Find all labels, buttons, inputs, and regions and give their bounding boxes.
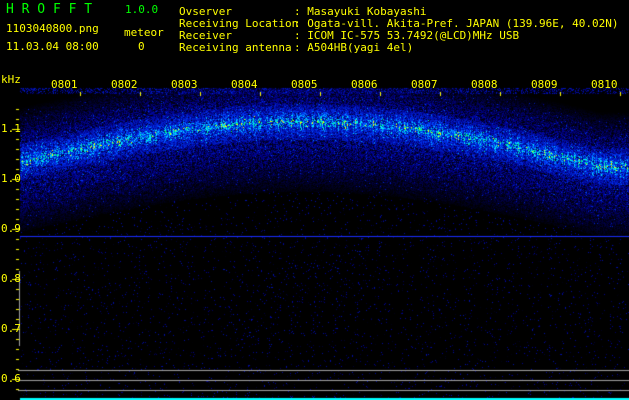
x-tick-label: 0801	[51, 78, 78, 91]
version-label: 1.0.0	[125, 3, 159, 16]
y-tick-label: 0.9	[1, 222, 21, 235]
x-tick-label: 0806	[351, 78, 378, 91]
x-tick-label: 0807	[411, 78, 438, 91]
app-title: H R O F F T	[6, 2, 93, 17]
y-unit-label: kHz	[1, 73, 21, 86]
y-tick-label: 1.0	[1, 172, 21, 185]
spectrogram-canvas	[0, 0, 629, 400]
x-tick-label: 0808	[471, 78, 498, 91]
meteor-label: meteor	[124, 26, 164, 39]
x-tick-label: 0805	[291, 78, 318, 91]
info-label-antenna: Receiving antenna	[179, 41, 292, 54]
x-tick-label: 0810	[591, 78, 618, 91]
y-tick-label: 1.1	[1, 122, 21, 135]
y-tick-label: 0.8	[1, 272, 21, 285]
info-value-antenna: : A504HB(yagi 4el)	[294, 41, 414, 54]
meteor-count: 0	[138, 40, 145, 53]
x-tick-label: 0804	[231, 78, 258, 91]
filename: 1103040800.png	[6, 22, 99, 35]
x-tick-label: 0809	[531, 78, 558, 91]
x-tick-label: 0803	[171, 78, 198, 91]
y-tick-label: 0.7	[1, 322, 21, 335]
x-tick-label: 0802	[111, 78, 138, 91]
y-tick-label: 0.6	[1, 372, 21, 385]
datetime: 11.03.04 08:00	[6, 40, 99, 53]
